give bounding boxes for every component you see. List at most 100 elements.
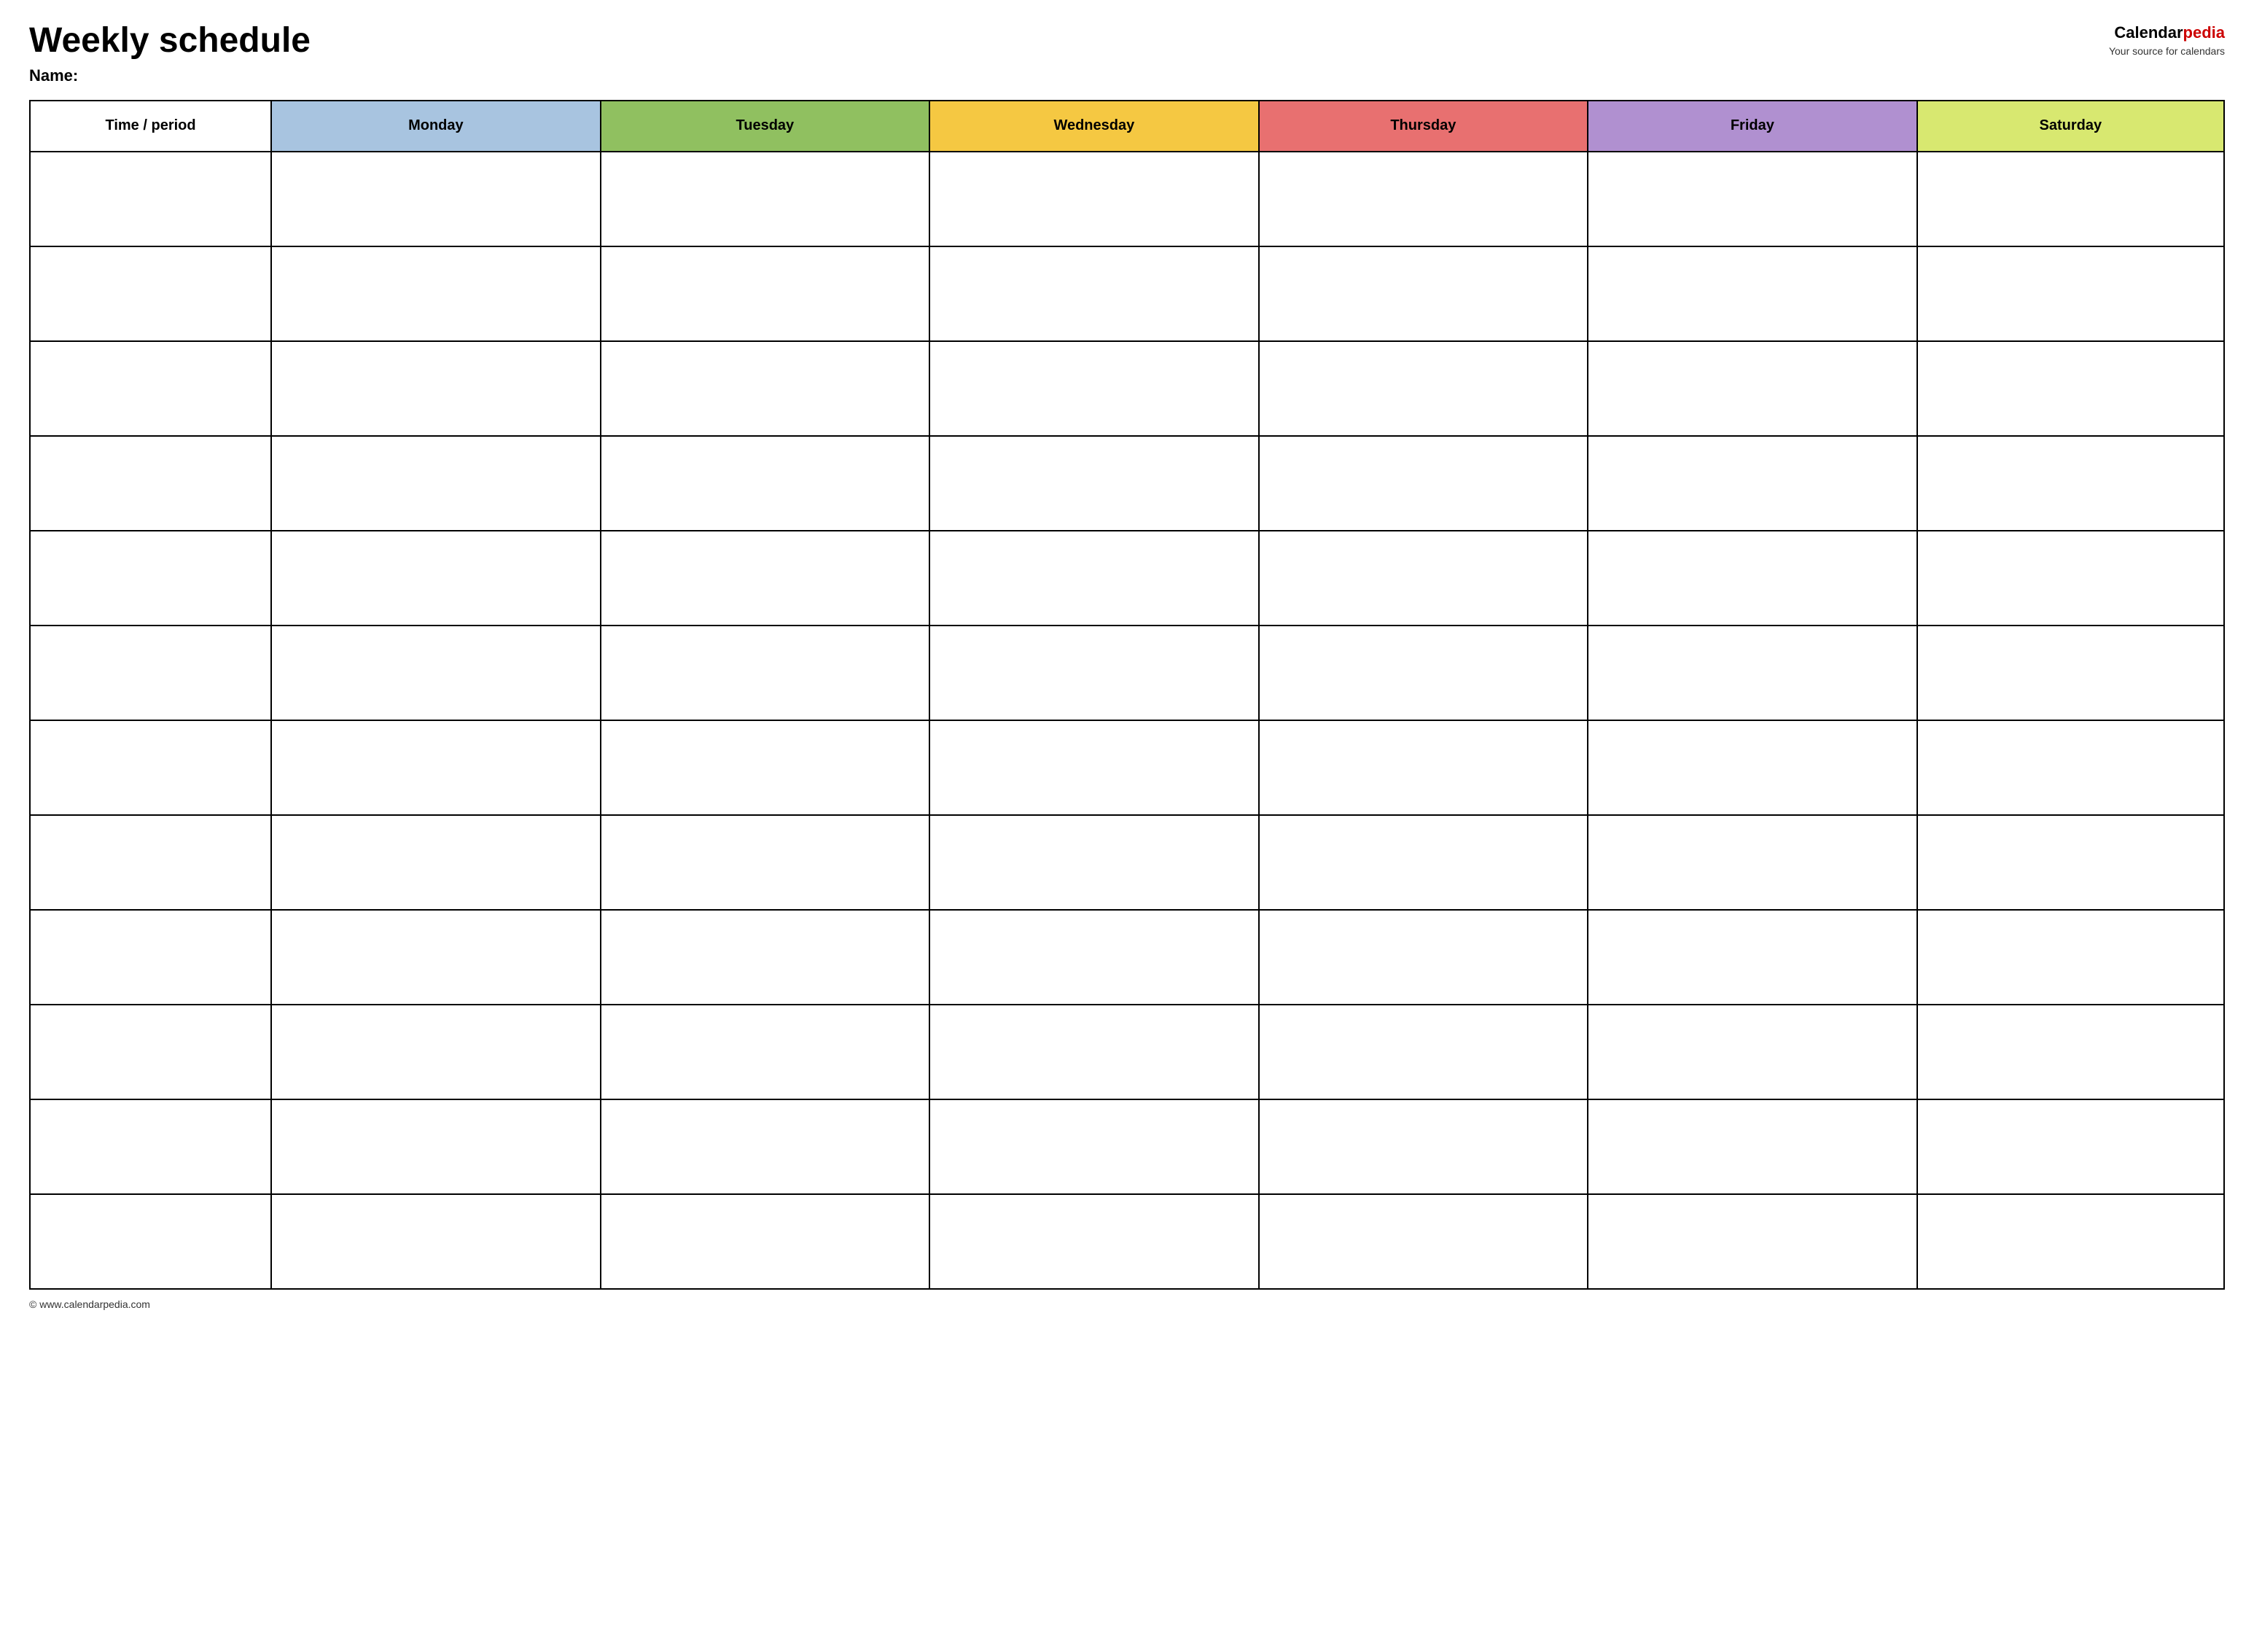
schedule-cell[interactable]: [1917, 815, 2224, 910]
time-cell[interactable]: [30, 815, 271, 910]
schedule-cell[interactable]: [1259, 910, 1588, 1005]
schedule-cell[interactable]: [1588, 815, 1917, 910]
table-row: [30, 910, 2224, 1005]
schedule-cell[interactable]: [601, 1005, 930, 1099]
schedule-cell[interactable]: [929, 531, 1259, 626]
schedule-cell[interactable]: [929, 815, 1259, 910]
schedule-cell[interactable]: [1917, 436, 2224, 531]
schedule-cell[interactable]: [271, 341, 601, 436]
schedule-cell[interactable]: [1588, 910, 1917, 1005]
page-title: Weekly schedule: [29, 22, 311, 61]
table-row: [30, 152, 2224, 246]
schedule-cell[interactable]: [1588, 246, 1917, 341]
schedule-cell[interactable]: [1259, 341, 1588, 436]
schedule-cell[interactable]: [271, 1194, 601, 1289]
schedule-cell[interactable]: [1588, 626, 1917, 720]
schedule-cell[interactable]: [1917, 910, 2224, 1005]
schedule-cell[interactable]: [601, 531, 930, 626]
schedule-cell[interactable]: [601, 1194, 930, 1289]
title-section: Weekly schedule Name:: [29, 22, 311, 85]
schedule-cell[interactable]: [601, 815, 930, 910]
schedule-cell[interactable]: [1917, 1099, 2224, 1194]
header-saturday: Saturday: [1917, 101, 2224, 152]
schedule-table: Time / period Monday Tuesday Wednesday T…: [29, 100, 2225, 1290]
table-row: [30, 1194, 2224, 1289]
schedule-cell[interactable]: [1917, 152, 2224, 246]
schedule-cell[interactable]: [929, 1005, 1259, 1099]
table-row: [30, 626, 2224, 720]
schedule-cell[interactable]: [1259, 1005, 1588, 1099]
schedule-cell[interactable]: [1588, 720, 1917, 815]
schedule-cell[interactable]: [929, 720, 1259, 815]
schedule-cell[interactable]: [601, 152, 930, 246]
schedule-cell[interactable]: [1588, 152, 1917, 246]
schedule-cell[interactable]: [271, 246, 601, 341]
table-row: [30, 1099, 2224, 1194]
schedule-cell[interactable]: [1259, 815, 1588, 910]
schedule-cell[interactable]: [1917, 246, 2224, 341]
schedule-cell[interactable]: [271, 531, 601, 626]
schedule-cell[interactable]: [271, 720, 601, 815]
schedule-cell[interactable]: [929, 626, 1259, 720]
schedule-cell[interactable]: [1259, 152, 1588, 246]
schedule-cell[interactable]: [1917, 720, 2224, 815]
schedule-cell[interactable]: [1917, 341, 2224, 436]
schedule-cell[interactable]: [601, 720, 930, 815]
schedule-cell[interactable]: [601, 1099, 930, 1194]
logo-text: Calendarpedia: [2109, 22, 2225, 44]
schedule-cell[interactable]: [271, 436, 601, 531]
schedule-cell[interactable]: [271, 815, 601, 910]
time-cell[interactable]: [30, 341, 271, 436]
page-header: Weekly schedule Name: Calendarpedia Your…: [29, 22, 2225, 85]
schedule-cell[interactable]: [1259, 626, 1588, 720]
schedule-cell[interactable]: [1917, 1005, 2224, 1099]
time-cell[interactable]: [30, 531, 271, 626]
schedule-cell[interactable]: [1588, 436, 1917, 531]
schedule-cell[interactable]: [601, 626, 930, 720]
time-cell[interactable]: [30, 152, 271, 246]
schedule-cell[interactable]: [271, 1099, 601, 1194]
schedule-cell[interactable]: [1588, 1005, 1917, 1099]
schedule-cell[interactable]: [271, 910, 601, 1005]
schedule-cell[interactable]: [271, 626, 601, 720]
schedule-cell[interactable]: [1259, 720, 1588, 815]
time-cell[interactable]: [30, 1099, 271, 1194]
header-monday: Monday: [271, 101, 601, 152]
time-cell[interactable]: [30, 626, 271, 720]
schedule-cell[interactable]: [601, 436, 930, 531]
schedule-cell[interactable]: [1917, 531, 2224, 626]
table-row: [30, 720, 2224, 815]
logo-pedia: pedia: [2183, 23, 2225, 42]
time-cell[interactable]: [30, 1194, 271, 1289]
schedule-cell[interactable]: [1259, 1099, 1588, 1194]
schedule-cell[interactable]: [929, 1194, 1259, 1289]
time-cell[interactable]: [30, 436, 271, 531]
time-cell[interactable]: [30, 910, 271, 1005]
schedule-cell[interactable]: [601, 246, 930, 341]
schedule-cell[interactable]: [1588, 1099, 1917, 1194]
time-cell[interactable]: [30, 1005, 271, 1099]
schedule-cell[interactable]: [1917, 1194, 2224, 1289]
schedule-cell[interactable]: [271, 1005, 601, 1099]
schedule-cell[interactable]: [601, 910, 930, 1005]
schedule-cell[interactable]: [929, 910, 1259, 1005]
header-wednesday: Wednesday: [929, 101, 1259, 152]
schedule-cell[interactable]: [601, 341, 930, 436]
schedule-cell[interactable]: [1917, 626, 2224, 720]
schedule-cell[interactable]: [1259, 246, 1588, 341]
schedule-cell[interactable]: [1588, 531, 1917, 626]
schedule-cell[interactable]: [1259, 1194, 1588, 1289]
schedule-cell[interactable]: [929, 152, 1259, 246]
schedule-cell[interactable]: [1588, 341, 1917, 436]
schedule-cell[interactable]: [1259, 531, 1588, 626]
schedule-cell[interactable]: [1259, 436, 1588, 531]
schedule-cell[interactable]: [1588, 1194, 1917, 1289]
schedule-cell[interactable]: [929, 341, 1259, 436]
table-row: [30, 341, 2224, 436]
schedule-cell[interactable]: [929, 1099, 1259, 1194]
time-cell[interactable]: [30, 720, 271, 815]
schedule-cell[interactable]: [271, 152, 601, 246]
schedule-cell[interactable]: [929, 246, 1259, 341]
schedule-cell[interactable]: [929, 436, 1259, 531]
time-cell[interactable]: [30, 246, 271, 341]
